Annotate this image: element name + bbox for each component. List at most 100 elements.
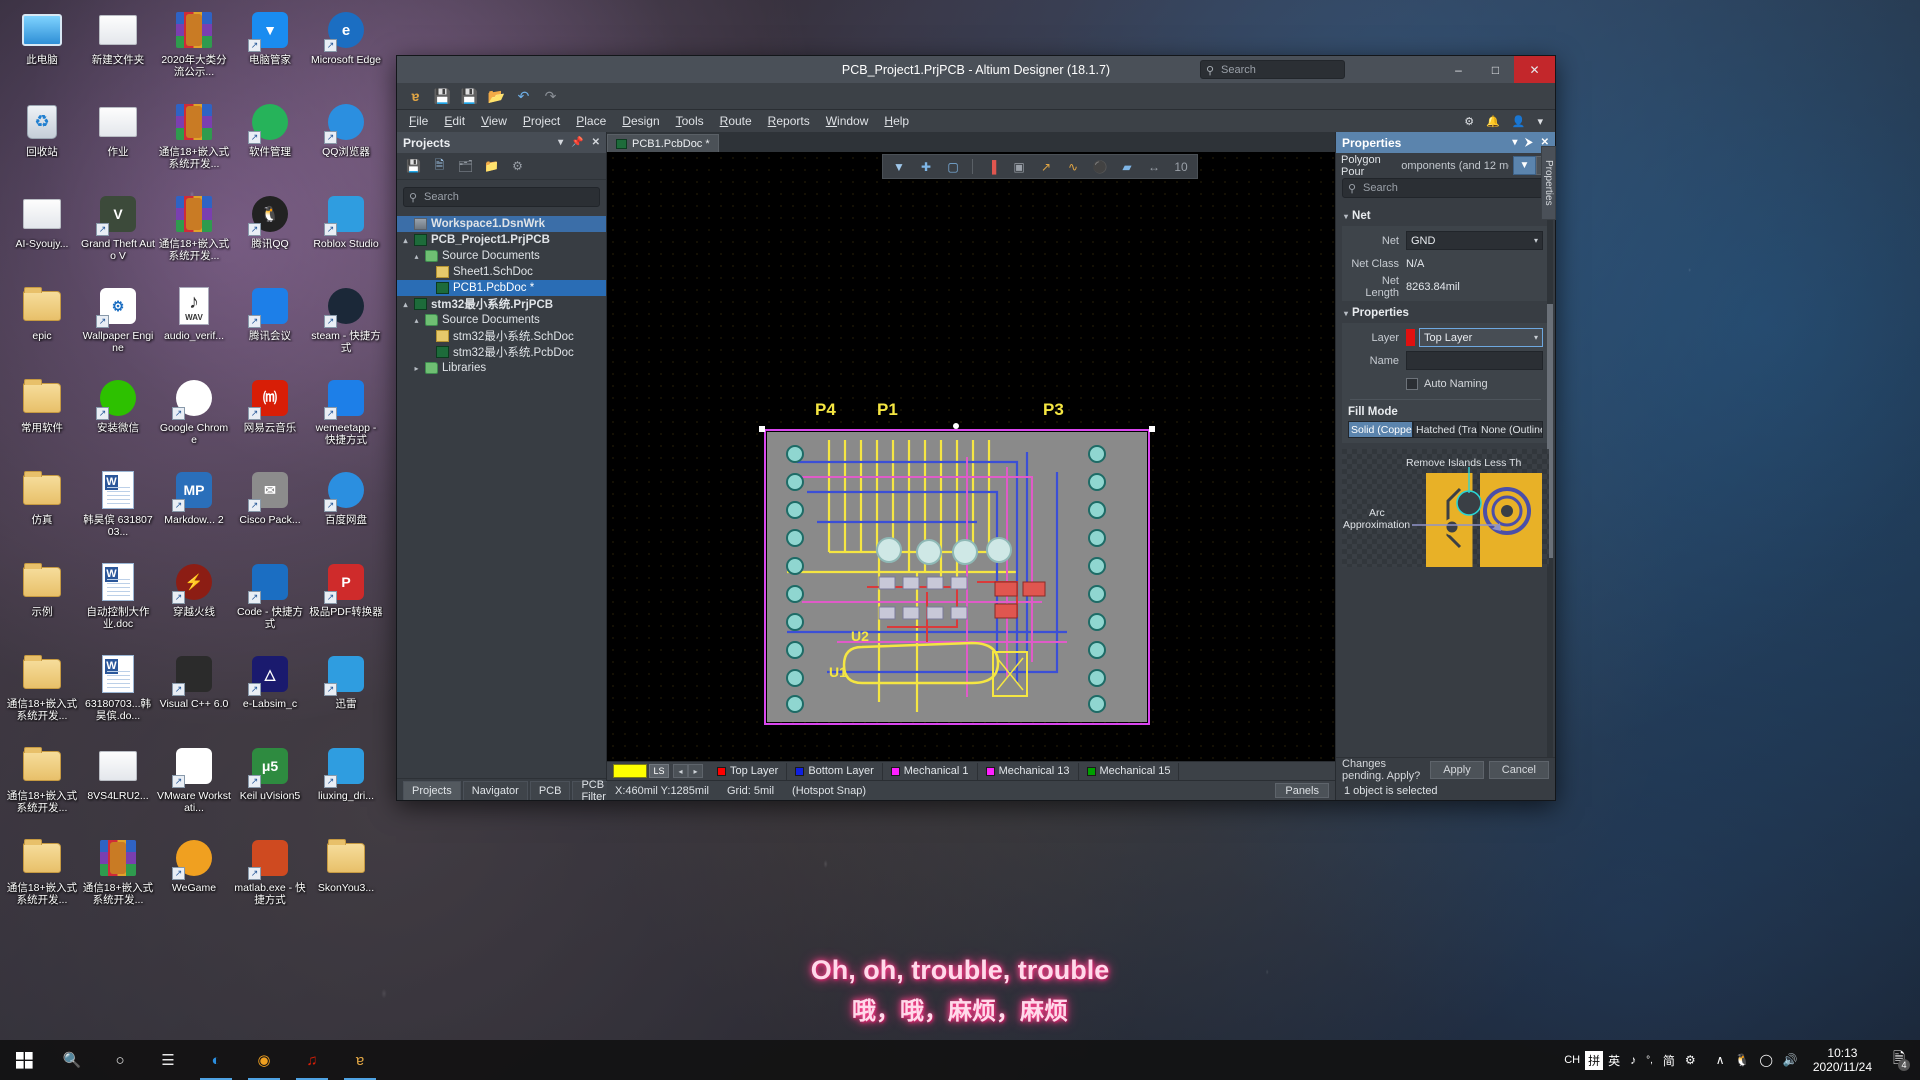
network-wifi-icon[interactable]: ◯ <box>1754 1040 1777 1080</box>
menu-item-place[interactable]: Place <box>576 114 606 128</box>
wegame-button[interactable]: ◉ <box>240 1040 288 1080</box>
current-layer-color-swatch[interactable] <box>613 764 647 778</box>
desktop-icon[interactable]: matlab.exe - 快捷方式 <box>232 832 308 924</box>
net-combobox[interactable]: GND ▾ <box>1406 231 1543 250</box>
undo-icon[interactable]: ↶ <box>515 88 532 105</box>
panel-tab-projects[interactable]: Projects <box>403 781 461 800</box>
layer-tab-mechanical-15[interactable]: Mechanical 15 <box>1079 762 1180 780</box>
desktop-icon[interactable]: WeGame <box>156 832 232 924</box>
desktop-icon[interactable]: ⚙Wallpaper Engine <box>80 280 156 372</box>
ime-tone-indicator[interactable]: ♪ <box>1625 1040 1641 1080</box>
ime-settings-gear-icon[interactable]: ⚙ <box>1680 1040 1701 1080</box>
desktop-icon[interactable]: △e-Labsim_c <box>232 648 308 740</box>
desktop-icon[interactable]: Roblox Studio <box>308 188 384 280</box>
desktop-icon[interactable]: 🐧腾讯QQ <box>232 188 308 280</box>
place-component-icon[interactable]: ▣ <box>1011 159 1027 175</box>
maximize-button[interactable]: □ <box>1477 56 1514 83</box>
desktop-icon[interactable]: MPMarkdow... 2 <box>156 464 232 556</box>
auto-naming-checkbox[interactable] <box>1406 377 1418 390</box>
desktop-icon[interactable]: P极品PDF转换器 <box>308 556 384 648</box>
projects-search-input[interactable]: ⚲ Search <box>403 187 600 207</box>
menu-item-route[interactable]: Route <box>720 114 752 128</box>
tree-node[interactable]: Workspace1.DsnWrk <box>397 216 606 232</box>
place-polygon-icon[interactable]: ▰ <box>1119 159 1135 175</box>
desktop-icon[interactable]: eMicrosoft Edge <box>308 4 384 96</box>
desktop-icon[interactable]: 常用软件 <box>4 372 80 464</box>
tree-expander-icon[interactable]: ▴ <box>401 236 410 245</box>
desktop-icon[interactable]: audio_verif... <box>156 280 232 372</box>
desktop-icon[interactable]: 新建文件夹 <box>80 4 156 96</box>
pcb-board-artwork[interactable]: P4 P1 P3 U2 U1 <box>759 400 1155 725</box>
save-project-icon[interactable]: 💾 <box>406 159 421 173</box>
desktop-icon[interactable]: 自动控制大作业.doc <box>80 556 156 648</box>
crosshair-place-icon[interactable]: ✚ <box>918 159 934 175</box>
desktop-icon[interactable]: SkonYou3... <box>308 832 384 924</box>
desktop-icon[interactable]: 百度网盘 <box>308 464 384 556</box>
desktop-icon[interactable]: 示例 <box>4 556 80 648</box>
panel-close-icon[interactable]: ✕ <box>592 137 600 148</box>
notification-center-button[interactable]: 🗎 4 <box>1882 1040 1916 1080</box>
menu-item-view[interactable]: View <box>481 114 507 128</box>
tree-node[interactable]: ▴ stm32最小系统.PrjPCB <box>397 296 606 312</box>
desktop-icon[interactable]: ⚡穿越火线 <box>156 556 232 648</box>
desktop-icon[interactable]: wemeetapp - 快捷方式 <box>308 372 384 464</box>
start-button[interactable] <box>0 1040 48 1080</box>
minimize-button[interactable]: – <box>1440 56 1477 83</box>
tree-expander-icon[interactable]: ▴ <box>401 300 410 309</box>
desktop-icon[interactable]: steam - 快捷方式 <box>308 280 384 372</box>
tray-expand-chevron-icon[interactable]: ∧ <box>1711 1040 1730 1080</box>
panel-pin-icon[interactable]: ⮞ <box>1525 137 1532 148</box>
netease-music-button[interactable]: ♫ <box>288 1040 336 1080</box>
filter-icon[interactable]: ▼ <box>1513 156 1536 175</box>
apply-button[interactable]: Apply <box>1430 760 1484 779</box>
properties-section-header[interactable]: ▾ Properties <box>1336 301 1555 323</box>
menu-item-reports[interactable]: Reports <box>768 114 810 128</box>
desktop-icon[interactable]: 通信18+嵌入式系统开发... <box>4 740 80 832</box>
grid-value-icon[interactable]: 10 <box>1173 159 1189 175</box>
ime-simplified-indicator[interactable]: 简 <box>1658 1040 1680 1080</box>
desktop-icon[interactable]: 通信18+嵌入式系统开发... <box>156 96 232 188</box>
ime-punctuation-indicator[interactable]: °, <box>1641 1040 1658 1080</box>
desktop-icon[interactable]: 安装微信 <box>80 372 156 464</box>
desktop-icon[interactable]: 8VS4LRU2... <box>80 740 156 832</box>
desktop-icon[interactable]: ✉Cisco Pack... <box>232 464 308 556</box>
altium-logo-icon[interactable]: ɐ <box>407 88 424 105</box>
tree-expander-icon[interactable]: ▴ <box>412 316 421 325</box>
desktop-icon[interactable]: ▼电脑管家 <box>232 4 308 96</box>
configure-gear-icon[interactable]: ⚙ <box>510 159 525 173</box>
desktop-icon[interactable]: 韩昊傧 63180703... <box>80 464 156 556</box>
menu-item-window[interactable]: Window <box>826 114 869 128</box>
fill-mode-option[interactable]: Hatched (Track <box>1413 421 1478 438</box>
desktop-icon[interactable]: Visual C++ 6.0 <box>156 648 232 740</box>
panel-pin-icon[interactable]: 📌 <box>571 137 583 148</box>
panel-tab-pcb[interactable]: PCB <box>529 781 571 800</box>
qq-tray-penguin-icon[interactable]: 🐧 <box>1729 1040 1754 1080</box>
desktop-icon[interactable]: VGrand Theft Auto V <box>80 188 156 280</box>
panels-button[interactable]: Panels <box>1275 783 1329 798</box>
desktop-icon[interactable]: 2020年大类分流公示... <box>156 4 232 96</box>
tree-node[interactable]: ▴ Source Documents <box>397 248 606 264</box>
pcb-canvas[interactable]: ▼ ✚ ▢ ▐ ▣ ↗ ∿ ⚫ ▰ ↔ 10 P4 P1 P3 U2 U1 <box>607 152 1335 761</box>
desktop-icon[interactable]: 通信18+嵌入式系统开发... <box>4 648 80 740</box>
net-section-header[interactable]: ▾ Net <box>1336 204 1555 226</box>
menu-item-design[interactable]: Design <box>622 114 659 128</box>
menu-item-file[interactable]: File <box>409 114 428 128</box>
desktop-icon[interactable]: 通信18+嵌入式系统开发... <box>156 188 232 280</box>
menu-item-project[interactable]: Project <box>523 114 560 128</box>
search-button[interactable]: 🔍 <box>48 1040 96 1080</box>
desktop-icon[interactable]: μ5Keil uVision5 <box>232 740 308 832</box>
differential-pair-route-icon[interactable]: ∿ <box>1065 159 1081 175</box>
layer-sets-button[interactable]: LS <box>649 764 669 778</box>
layer-stack-icon[interactable]: ▐ <box>984 159 1000 175</box>
tree-node[interactable]: ▴ PCB_Project1.PrjPCB <box>397 232 606 248</box>
ime-language-indicator[interactable]: CH <box>1559 1040 1585 1080</box>
properties-search-input[interactable]: ⚲ Search <box>1342 178 1549 198</box>
panel-dropdown-icon[interactable]: ▾ <box>1512 137 1517 148</box>
altium-designer-button[interactable]: ɐ <box>336 1040 384 1080</box>
measure-icon[interactable]: ↔ <box>1146 159 1162 175</box>
filter-icon[interactable]: ▼ <box>891 159 907 175</box>
selection-handle-left[interactable] <box>759 426 765 432</box>
layer-prev-button[interactable]: ◂ <box>673 764 688 778</box>
desktop-icon[interactable]: 软件管理 <box>232 96 308 188</box>
menu-item-tools[interactable]: Tools <box>676 114 704 128</box>
